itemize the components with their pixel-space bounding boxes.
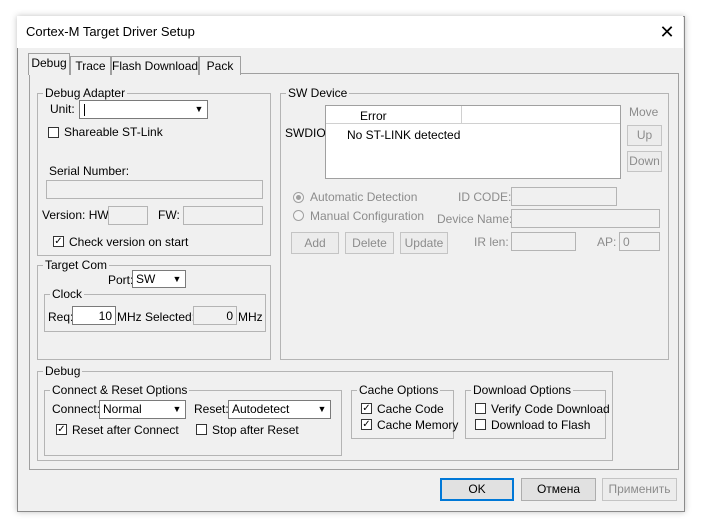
up-button[interactable]: Up (627, 125, 662, 146)
port-label: Port: (108, 273, 134, 287)
update-button[interactable]: Update (400, 232, 448, 254)
chevron-down-icon: ▼ (172, 404, 182, 414)
move-label: Move (629, 105, 659, 119)
checkmark-icon: ✓ (362, 419, 371, 430)
download-options-legend: Download Options (473, 383, 572, 397)
req-label: Req: (48, 310, 74, 324)
window-title: Cortex-M Target Driver Setup (26, 24, 195, 39)
connect-value: Normal (103, 402, 142, 416)
tab-trace[interactable]: Trace (70, 56, 111, 75)
checkmark-icon: ✓ (54, 236, 63, 247)
add-button[interactable]: Add (291, 232, 339, 254)
manual-configuration-radio[interactable] (293, 210, 304, 221)
manual-configuration-label: Manual Configuration (310, 209, 425, 223)
table-row: No ST-LINK detected (347, 128, 461, 142)
ap-label: AP: (597, 235, 617, 249)
fw-version-field (183, 206, 263, 225)
ok-button[interactable]: OK (440, 478, 514, 501)
check-version-label: Check version on start (69, 235, 189, 249)
req-field[interactable]: 10 (72, 306, 116, 325)
debug-adapter-legend: Debug Adapter (45, 86, 126, 100)
selected-field: 0 (193, 306, 237, 325)
idcode-field (511, 187, 617, 206)
reset-label: Reset: (194, 402, 229, 416)
cache-options-legend: Cache Options (359, 383, 439, 397)
verify-code-download-checkbox[interactable] (475, 403, 486, 414)
idcode-label: ID CODE: (458, 190, 512, 204)
automatic-detection-label: Automatic Detection (310, 190, 418, 204)
cache-memory-label: Cache Memory (377, 418, 459, 432)
cache-memory-checkbox[interactable]: ✓ (361, 419, 372, 430)
version-hw-label: Version: HW: (42, 208, 112, 222)
delete-button[interactable]: Delete (345, 232, 394, 254)
hw-version-field (108, 206, 148, 225)
tab-flash-download[interactable]: Flash Download (111, 56, 199, 75)
device-name-label: Device Name: (437, 212, 513, 226)
column-divider (461, 106, 462, 123)
stop-after-reset-label: Stop after Reset (212, 423, 299, 437)
req-unit: MHz (117, 310, 142, 324)
cache-code-label: Cache Code (377, 402, 444, 416)
port-value: SW (136, 272, 156, 286)
device-name-field (511, 209, 660, 228)
connect-label: Connect: (52, 402, 101, 416)
connect-reset-legend: Connect & Reset Options (52, 383, 188, 397)
checkmark-icon: ✓ (362, 403, 371, 414)
clock-legend: Clock (52, 287, 83, 301)
tab-debug[interactable]: Debug (28, 53, 70, 75)
reset-value: Autodetect (232, 402, 290, 416)
automatic-detection-radio[interactable] (293, 192, 304, 203)
unit-select[interactable]: ▼ (79, 100, 208, 119)
connect-select[interactable]: Normal ▼ (99, 400, 186, 419)
sw-device-table[interactable]: Error No ST-LINK detected (325, 105, 621, 179)
cancel-button[interactable]: Отмена (521, 478, 596, 501)
serial-number-field (46, 180, 263, 199)
check-version-checkbox[interactable]: ✓ (53, 236, 64, 247)
download-to-flash-checkbox[interactable] (475, 419, 486, 430)
swdio-label: SWDIO (285, 126, 326, 140)
port-select[interactable]: SW ▼ (132, 270, 186, 288)
selected-unit: MHz (238, 310, 263, 324)
unit-label: Unit: (50, 102, 75, 116)
chevron-down-icon: ▼ (194, 104, 204, 114)
reset-after-connect-label: Reset after Connect (72, 423, 179, 437)
debug-legend: Debug (45, 364, 81, 378)
stop-after-reset-checkbox[interactable] (196, 424, 207, 435)
target-com-legend: Target Com (45, 258, 108, 272)
reset-after-connect-checkbox[interactable]: ✓ (56, 424, 67, 435)
irlen-field (511, 232, 576, 251)
tab-pack[interactable]: Pack (199, 56, 241, 75)
column-header-error: Error (360, 109, 387, 123)
irlen-label: IR len: (474, 235, 509, 249)
reset-select[interactable]: Autodetect ▼ (228, 400, 331, 419)
chevron-down-icon: ▼ (317, 404, 327, 414)
serial-number-label: Serial Number: (49, 164, 130, 178)
ap-field: 0 (619, 232, 660, 251)
shareable-stlink-checkbox[interactable] (48, 127, 59, 138)
selected-label: Selected: (145, 310, 196, 324)
connect-reset-group: Connect & Reset Options (44, 383, 342, 456)
down-button[interactable]: Down (627, 151, 662, 172)
close-icon[interactable]: ✕ (655, 20, 679, 44)
chevron-down-icon: ▼ (172, 274, 182, 284)
fw-label: FW: (158, 208, 180, 222)
download-to-flash-label: Download to Flash (491, 418, 591, 432)
sw-device-legend: SW Device (288, 86, 348, 100)
shareable-stlink-label: Shareable ST-Link (64, 125, 163, 139)
verify-code-download-label: Verify Code Download (491, 402, 610, 416)
checkmark-icon: ✓ (57, 424, 66, 435)
apply-button[interactable]: Применить (602, 478, 677, 501)
cache-code-checkbox[interactable]: ✓ (361, 403, 372, 414)
